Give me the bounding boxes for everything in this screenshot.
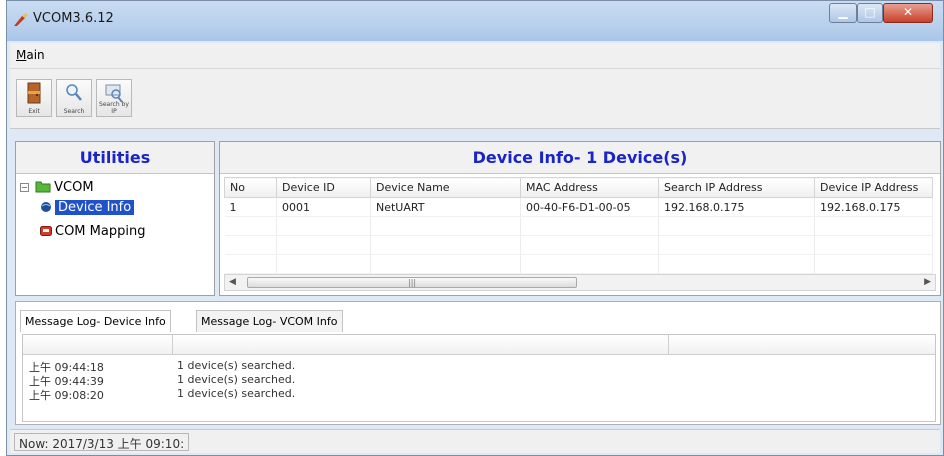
tree-item-device-info[interactable]: Device Info xyxy=(40,200,135,215)
close-button[interactable]: ✕ xyxy=(883,3,933,23)
window-title: VCOM3.6.12 xyxy=(33,11,114,26)
menu-bar: Main xyxy=(10,43,940,69)
tree-item-label: Device Info xyxy=(55,200,135,215)
status-clock: Now: 2017/3/13 上午 09:10: xyxy=(14,433,190,451)
log-column-time-header[interactable] xyxy=(23,335,173,354)
scroll-right-icon[interactable]: ▶ xyxy=(924,277,931,287)
exit-button[interactable]: Exit xyxy=(16,79,52,117)
search-label: Search xyxy=(63,108,85,115)
column-header-device-ip[interactable]: Device IP Address xyxy=(814,177,933,198)
table-row-empty xyxy=(224,254,933,274)
log-header xyxy=(23,335,935,355)
search-by-ip-button[interactable]: Search by IP xyxy=(96,79,132,117)
cell-no: 1 xyxy=(224,197,277,217)
log-message: 1 device(s) searched. xyxy=(177,359,296,372)
globe-icon xyxy=(41,202,51,212)
log-time: 上午 09:08:20 xyxy=(29,389,104,402)
maximize-icon: □ xyxy=(864,5,876,19)
column-header-device-id[interactable]: Device ID xyxy=(276,177,371,198)
scrollbar-thumb[interactable]: ||| xyxy=(247,277,577,288)
exit-door-icon xyxy=(27,82,41,104)
horizontal-scrollbar[interactable]: ◀ ||| ▶ xyxy=(224,274,936,291)
log-column-message-header[interactable] xyxy=(173,335,669,354)
cell-search-ip: 192.168.0.175 xyxy=(658,197,815,217)
table-row[interactable]: 1 0001 NetUART 00-40-F6-D1-00-05 192.168… xyxy=(224,197,933,217)
app-window: VCOM3.6.12 ▁ □ ✕ Main Exit Search Search… xyxy=(6,0,944,456)
device-table: No Device ID Device Name MAC Address Sea… xyxy=(224,177,933,274)
menu-main-label: ain xyxy=(26,48,45,62)
tab-message-log-vcom-info[interactable]: Message Log- VCOM Info xyxy=(196,310,343,332)
close-icon: ✕ xyxy=(902,5,914,19)
tree-root-vcom[interactable]: − VCOM xyxy=(20,180,94,195)
tab-message-log-device-info[interactable]: Message Log- Device Info xyxy=(20,310,171,332)
scroll-left-icon[interactable]: ◀ xyxy=(229,277,236,287)
log-entry: 上午 09:08:20 1 device(s) searched. xyxy=(23,386,935,402)
column-header-device-name[interactable]: Device Name xyxy=(370,177,521,198)
column-header-mac-address[interactable]: MAC Address xyxy=(520,177,659,198)
tree-item-label: COM Mapping xyxy=(55,224,146,239)
table-header-row: No Device ID Device Name MAC Address Sea… xyxy=(224,177,933,198)
search-icon xyxy=(66,84,82,101)
title-bar[interactable]: VCOM3.6.12 ▁ □ ✕ xyxy=(7,1,943,41)
cell-device-id: 0001 xyxy=(276,197,371,217)
minimize-button[interactable]: ▁ xyxy=(829,3,857,23)
device-info-title: Device Info- 1 Device(s) xyxy=(220,142,940,174)
tree-root-label: VCOM xyxy=(54,180,94,195)
table-row-empty xyxy=(224,216,933,236)
cell-mac-address: 00-40-F6-D1-00-05 xyxy=(520,197,659,217)
log-entry: 上午 09:44:18 1 device(s) searched. xyxy=(23,358,935,374)
grip-icon: ||| xyxy=(408,278,417,287)
device-info-panel: Device Info- 1 Device(s) No Device ID De… xyxy=(219,141,941,296)
column-header-no[interactable]: No xyxy=(224,177,277,198)
menu-main[interactable]: Main xyxy=(16,48,45,62)
utilities-panel: Utilities − VCOM Device Info COM Mapping xyxy=(15,141,215,296)
exit-label: Exit xyxy=(28,108,40,115)
message-log-list: 上午 09:44:18 1 device(s) searched. 上午 09:… xyxy=(22,334,936,422)
search-by-ip-label: Search by IP xyxy=(99,101,129,115)
tree-item-com-mapping[interactable]: COM Mapping xyxy=(40,224,145,239)
message-log-area: Message Log- Device Info Message Log- VC… xyxy=(15,301,941,425)
log-message: 1 device(s) searched. xyxy=(177,387,296,400)
toolbar: Exit Search Search by IP xyxy=(10,69,940,129)
app-logo-icon xyxy=(14,13,28,26)
table-row-empty xyxy=(224,235,933,255)
cell-device-name: NetUART xyxy=(370,197,521,217)
maximize-button[interactable]: □ xyxy=(857,3,883,23)
utilities-title: Utilities xyxy=(16,142,214,174)
minimize-icon: ▁ xyxy=(838,5,848,19)
search-button[interactable]: Search xyxy=(56,79,92,117)
column-header-search-ip[interactable]: Search IP Address xyxy=(658,177,815,198)
log-message: 1 device(s) searched. xyxy=(177,373,296,386)
menu-main-mnemonic: M xyxy=(16,48,27,62)
folder-icon xyxy=(35,181,51,193)
serial-port-icon xyxy=(40,226,52,236)
cell-device-ip: 192.168.0.175 xyxy=(814,197,933,217)
log-entry: 上午 09:44:39 1 device(s) searched. xyxy=(23,372,935,388)
status-bar: Now: 2017/3/13 上午 09:10: xyxy=(10,429,940,453)
collapse-icon[interactable]: − xyxy=(20,183,29,192)
